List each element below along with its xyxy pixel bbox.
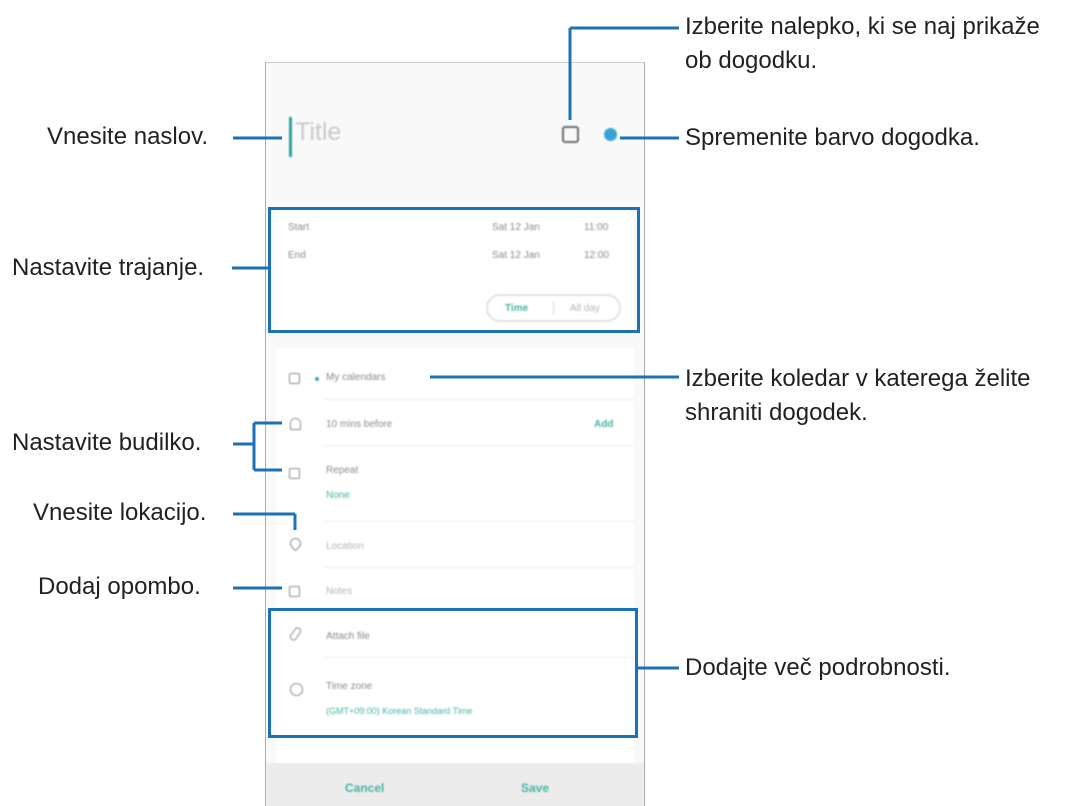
callout-location: Vnesite lokacijo. (33, 499, 207, 526)
callout-note: Dodaj opombo. (38, 573, 201, 600)
callout-calendar: Izberite koledar v katerega želite (685, 365, 1031, 392)
callout-details: Dodajte več podrobnosti. (685, 654, 951, 681)
callout-duration: Nastavite trajanje. (12, 254, 205, 281)
callout-alarm: Nastavite budilko. (12, 429, 202, 456)
callout-title: Vnesite naslov. (47, 123, 208, 150)
callout-color: Spremenite barvo dogodka. (685, 124, 980, 151)
callout-sticker-2: ob dogodku. (685, 47, 818, 74)
callout-calendar-2: shraniti dogodek. (685, 399, 868, 426)
callout-sticker: Izberite nalepko, ki se naj prikaže (685, 13, 1040, 40)
